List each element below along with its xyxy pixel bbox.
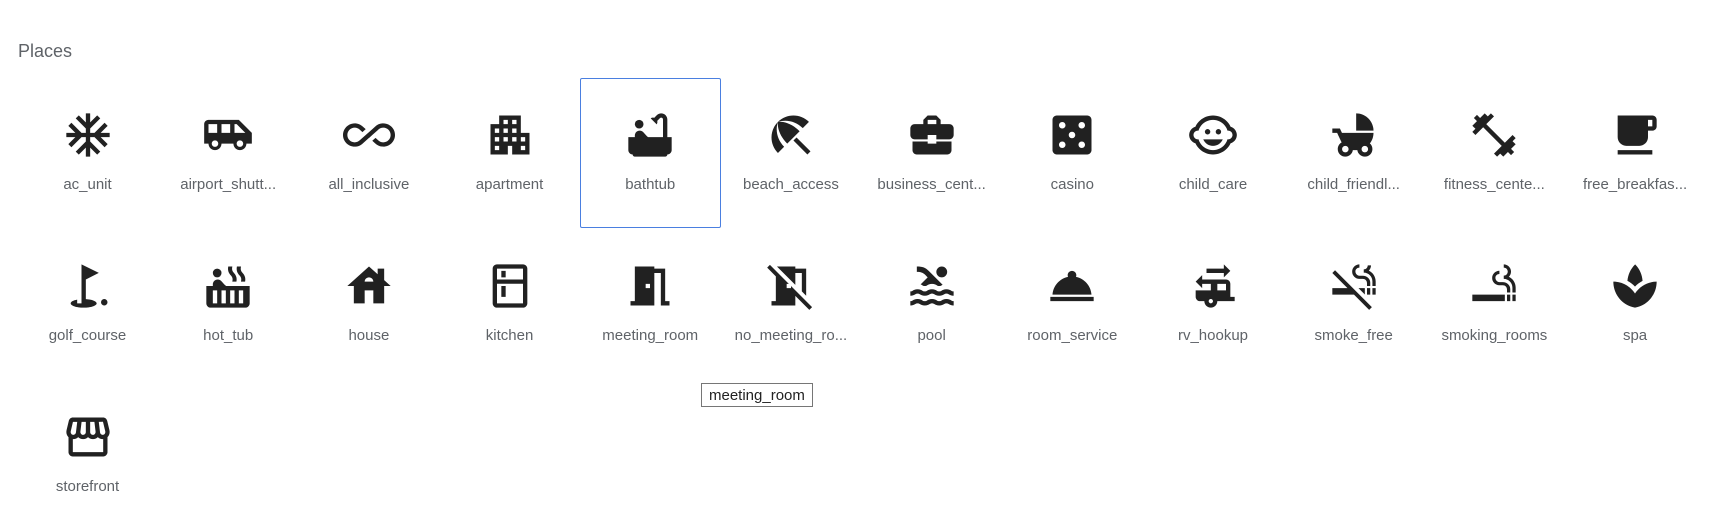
icon-cell-room-service[interactable]: room_service <box>1002 229 1143 379</box>
icon-cell-apartment[interactable]: apartment <box>439 78 580 228</box>
beach-access-icon <box>765 109 817 161</box>
child-friendly-icon <box>1328 109 1380 161</box>
pool-icon <box>906 260 958 312</box>
no-meeting-room-icon <box>765 260 817 312</box>
all-inclusive-icon <box>342 109 395 161</box>
icon-cell-ac-unit[interactable]: ac_unit <box>17 78 158 228</box>
rv-hookup-icon <box>1187 260 1239 312</box>
icon-label: hot_tub <box>203 327 254 344</box>
icon-label: bathtub <box>625 176 676 193</box>
fitness-center-icon <box>1468 109 1520 161</box>
icon-label: beach_access <box>742 176 839 193</box>
icon-cell-no-meeting-room[interactable]: no_meeting_ro... <box>720 229 861 379</box>
storefront-icon <box>62 411 114 463</box>
section-title: Places <box>18 41 73 61</box>
icon-grid: ac_unit airport_shutt... all_inclusive a… <box>17 78 1715 531</box>
icon-cell-fitness-center[interactable]: fitness_cente... <box>1424 78 1565 228</box>
icon-cell-pool[interactable]: pool <box>861 229 1002 379</box>
icon-cell-spa[interactable]: spa <box>1565 229 1706 379</box>
icon-cell-airport-shuttle[interactable]: airport_shutt... <box>158 78 299 228</box>
icon-label: smoke_free <box>1314 327 1393 344</box>
icon-cell-storefront[interactable]: storefront <box>17 380 158 530</box>
icon-label: house <box>348 327 390 344</box>
smoking-rooms-icon <box>1468 260 1520 312</box>
icon-label: no_meeting_ro... <box>734 327 848 344</box>
icon-label: smoking_rooms <box>1441 327 1548 344</box>
icon-label: business_cent... <box>877 176 986 193</box>
icon-cell-business-center[interactable]: business_cent... <box>861 78 1002 228</box>
golf-course-icon <box>62 260 114 312</box>
icon-cell-smoking-rooms[interactable]: smoking_rooms <box>1424 229 1565 379</box>
ac-unit-icon <box>62 109 114 161</box>
icon-label: child_friendl... <box>1307 176 1400 193</box>
icon-label: all_inclusive <box>328 176 410 193</box>
casino-icon <box>1046 109 1098 161</box>
icon-cell-child-friendly[interactable]: child_friendl... <box>1283 78 1424 228</box>
icon-label: spa <box>1622 327 1648 344</box>
icon-label: ac_unit <box>63 176 112 193</box>
apartment-icon <box>484 109 536 161</box>
icon-cell-house[interactable]: house <box>298 229 439 379</box>
room-service-icon <box>1046 260 1098 312</box>
icon-label: kitchen <box>485 327 534 344</box>
icon-label: rv_hookup <box>1177 327 1249 344</box>
icon-label: free_breakfas... <box>1582 176 1688 193</box>
icon-cell-free-breakfast[interactable]: free_breakfas... <box>1565 78 1706 228</box>
icon-label: golf_course <box>48 327 127 344</box>
meeting-room-icon <box>624 260 676 312</box>
icon-cell-rv-hookup[interactable]: rv_hookup <box>1143 229 1284 379</box>
tooltip: meeting_room <box>701 383 813 407</box>
spa-icon <box>1609 260 1661 312</box>
icon-label: child_care <box>1178 176 1248 193</box>
hot-tub-icon <box>202 260 254 312</box>
icon-label: meeting_room <box>602 327 699 344</box>
icon-cell-child-care[interactable]: child_care <box>1143 78 1284 228</box>
house-icon <box>343 260 395 312</box>
business-center-icon <box>906 109 958 161</box>
icon-cell-golf-course[interactable]: golf_course <box>17 229 158 379</box>
icon-label: pool <box>917 327 946 344</box>
icon-cell-all-inclusive[interactable]: all_inclusive <box>298 78 439 228</box>
icon-label: storefront <box>55 478 120 495</box>
icon-cell-meeting-room[interactable]: meeting_room <box>580 229 721 379</box>
icon-label: apartment <box>475 176 544 193</box>
icon-label: airport_shutt... <box>180 176 277 193</box>
icon-cell-casino[interactable]: casino <box>1002 78 1143 228</box>
icon-label: fitness_cente... <box>1443 176 1545 193</box>
free-breakfast-icon <box>1609 109 1661 161</box>
icon-cell-beach-access[interactable]: beach_access <box>720 78 861 228</box>
smoke-free-icon <box>1328 260 1380 312</box>
child-care-icon <box>1187 109 1239 161</box>
icon-label: room_service <box>1027 327 1118 344</box>
icon-label: casino <box>1050 176 1094 193</box>
icon-cell-hot-tub[interactable]: hot_tub <box>158 229 299 379</box>
icon-cell-bathtub[interactable]: bathtub <box>579 78 721 228</box>
icon-cell-smoke-free[interactable]: smoke_free <box>1283 229 1424 379</box>
bathtub-icon <box>624 109 676 161</box>
kitchen-icon <box>484 260 536 312</box>
airport-shuttle-icon <box>202 109 254 161</box>
icon-cell-kitchen[interactable]: kitchen <box>439 229 580 379</box>
